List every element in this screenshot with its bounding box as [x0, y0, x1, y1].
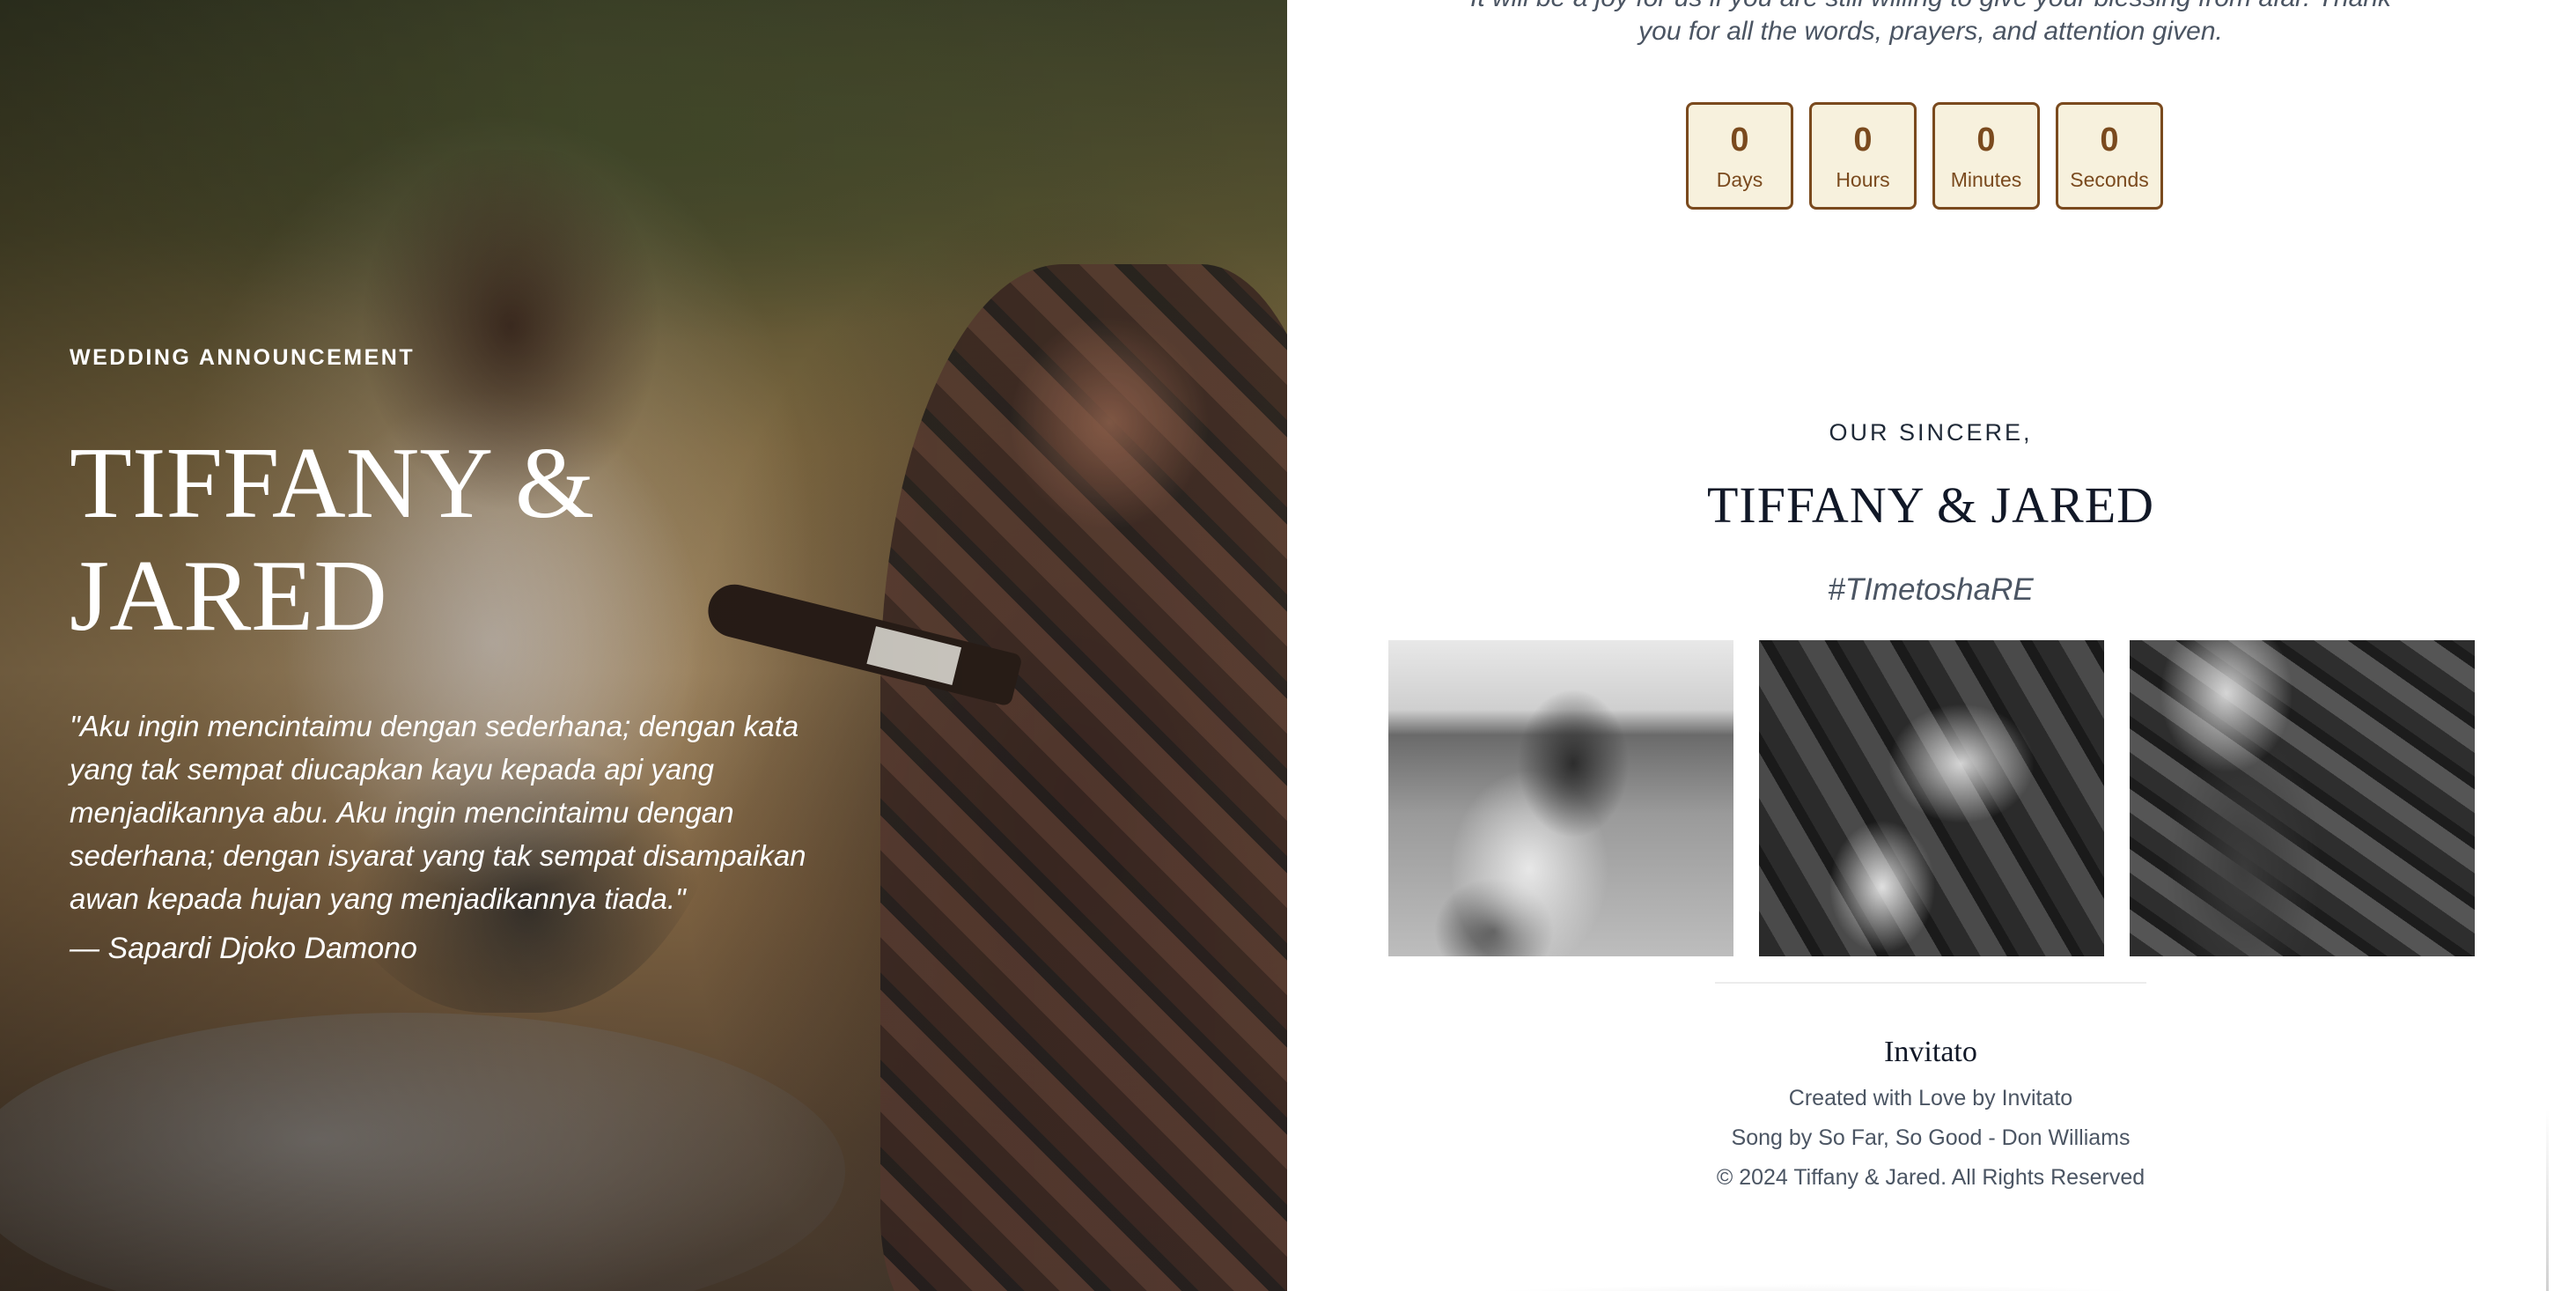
countdown-hours-value: 0: [1853, 121, 1873, 159]
countdown-hours-label: Hours: [1836, 167, 1890, 191]
hero-quote-author: — Sapardi Djoko Damono: [70, 932, 417, 965]
footer-song: Song by So Far, So Good - Don Williams: [1731, 1125, 2131, 1150]
countdown-seconds: 0 Seconds: [2056, 102, 2163, 210]
scroll-edge: [2546, 1110, 2549, 1291]
countdown-seconds-label: Seconds: [2070, 167, 2149, 191]
photo-gallery: [1388, 640, 2475, 956]
closing-names: TIFFANY & JARED: [1706, 476, 2155, 534]
countdown-hours: 0 Hours: [1809, 102, 1917, 210]
countdown: 0 Days 0 Hours 0 Minutes 0 Seconds: [1686, 102, 2163, 210]
countdown-days-value: 0: [1730, 121, 1749, 159]
footer-brand[interactable]: Invitato: [1287, 1036, 2574, 1069]
message-line-2: you for all the words, prayers, and atte…: [1638, 17, 2223, 46]
countdown-days: 0 Days: [1686, 102, 1793, 210]
floating-panel-shadow: [1287, 1259, 2344, 1291]
footer-credit: Created with Love by Invitato: [1788, 1086, 2073, 1110]
countdown-days-label: Days: [1716, 167, 1763, 191]
hero-title-line1: TIFFANY &: [70, 427, 595, 540]
hero-title: TIFFANY & JARED: [70, 427, 594, 653]
gallery-photo-3[interactable]: [2130, 640, 2475, 956]
gallery-photo-2[interactable]: [1759, 640, 2104, 956]
countdown-seconds-value: 0: [2100, 121, 2119, 159]
footer-copyright: © 2024 Tiffany & Jared. All Rights Reser…: [1716, 1165, 2145, 1190]
hero-panel: WEDDING ANNOUNCEMENT TIFFANY & JARED "Ak…: [0, 0, 1287, 1291]
countdown-minutes-value: 0: [1976, 121, 1996, 159]
countdown-minutes-label: Minutes: [1950, 167, 2022, 191]
closing-hashtag: #TImetoshaRE: [1828, 572, 2034, 607]
hero-eyebrow: WEDDING ANNOUNCEMENT: [70, 345, 416, 370]
content-column[interactable]: It will be a joy for us if you are still…: [1287, 0, 2576, 1291]
footer-divider: [1715, 982, 2146, 984]
gallery-photo-1[interactable]: [1388, 640, 1733, 956]
closing-sincere: OUR SINCERE,: [1829, 419, 2033, 446]
hero-title-line2: JARED: [70, 540, 387, 653]
countdown-minutes: 0 Minutes: [1932, 102, 2040, 210]
hero-quote: "Aku ingin mencintaimu dengan sederhana;…: [70, 710, 806, 915]
